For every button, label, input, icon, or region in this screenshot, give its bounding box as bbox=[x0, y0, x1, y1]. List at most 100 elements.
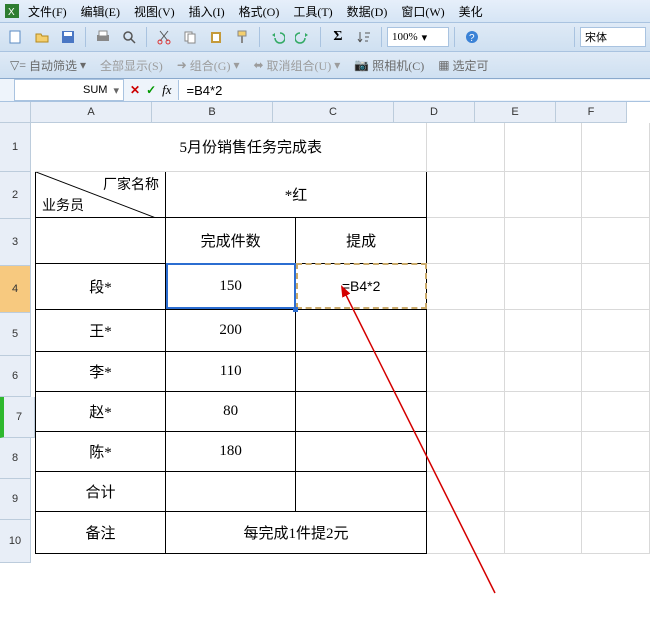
select-all-corner[interactable] bbox=[0, 102, 31, 123]
menu-format[interactable]: 格式(O) bbox=[233, 1, 286, 22]
cell-A10[interactable]: 备注 bbox=[36, 511, 166, 553]
cell-D4[interactable] bbox=[427, 263, 505, 309]
help-button[interactable]: ? bbox=[460, 25, 484, 49]
cell-A8[interactable]: 陈* bbox=[36, 431, 166, 471]
col-header-A[interactable]: A bbox=[31, 102, 152, 123]
cell-A7[interactable]: 赵* bbox=[36, 391, 166, 431]
cell-D7[interactable] bbox=[427, 391, 505, 431]
cell-C6[interactable] bbox=[296, 351, 427, 391]
cell-C9[interactable] bbox=[296, 471, 427, 511]
cell-D3[interactable] bbox=[427, 217, 505, 263]
cell-F4[interactable] bbox=[582, 263, 650, 309]
row-header-4[interactable]: 4 bbox=[0, 266, 31, 313]
cell-B3[interactable]: 完成件数 bbox=[166, 217, 296, 263]
row-header-8[interactable]: 8 bbox=[0, 438, 31, 479]
cell-E6[interactable] bbox=[504, 351, 582, 391]
cell-C4-editing[interactable]: =B4*2 bbox=[296, 263, 427, 309]
cell-E2[interactable] bbox=[504, 171, 582, 217]
row-header-3[interactable]: 3 bbox=[0, 219, 31, 266]
group-button[interactable]: ➜ 组合(G)▾ bbox=[173, 57, 244, 74]
cell-A9[interactable]: 合计 bbox=[36, 471, 166, 511]
cell-A3[interactable] bbox=[36, 217, 166, 263]
cell-F3[interactable] bbox=[582, 217, 650, 263]
cell-C5[interactable] bbox=[296, 309, 427, 351]
undo-button[interactable] bbox=[265, 25, 289, 49]
showall-button[interactable]: 全部显示(S) bbox=[96, 57, 167, 74]
col-header-D[interactable]: D bbox=[394, 102, 475, 123]
camera-button[interactable]: 📷 照相机(C) bbox=[350, 57, 428, 74]
row-header-7[interactable]: 7 bbox=[0, 397, 35, 438]
menu-file[interactable]: 文件(F) bbox=[22, 1, 73, 22]
font-combo[interactable]: 宋体 bbox=[580, 27, 646, 47]
cell-B7[interactable]: 80 bbox=[166, 391, 296, 431]
insert-function-button[interactable]: fx bbox=[162, 82, 171, 98]
row-header-2[interactable]: 2 bbox=[0, 172, 31, 219]
row-header-5[interactable]: 5 bbox=[0, 313, 31, 356]
cell-grid[interactable]: 5月份销售任务完成表 厂家名称 业务员 *红 bbox=[35, 123, 650, 554]
cell-B2[interactable]: *红 bbox=[166, 171, 427, 217]
cell-D8[interactable] bbox=[427, 431, 505, 471]
cell-D6[interactable] bbox=[427, 351, 505, 391]
open-button[interactable] bbox=[30, 25, 54, 49]
cell-C7[interactable] bbox=[296, 391, 427, 431]
cell-A5[interactable]: 王* bbox=[36, 309, 166, 351]
cell-E5[interactable] bbox=[504, 309, 582, 351]
cell-E9[interactable] bbox=[504, 471, 582, 511]
menu-tools[interactable]: 工具(T) bbox=[287, 1, 338, 22]
cell-F10[interactable] bbox=[582, 511, 650, 553]
menu-beautify[interactable]: 美化 bbox=[453, 1, 489, 22]
menu-view[interactable]: 视图(V) bbox=[128, 1, 181, 22]
cell-A6[interactable]: 李* bbox=[36, 351, 166, 391]
cell-E4[interactable] bbox=[504, 263, 582, 309]
redo-button[interactable] bbox=[291, 25, 315, 49]
preview-button[interactable] bbox=[117, 25, 141, 49]
cell-E10[interactable] bbox=[504, 511, 582, 553]
autosum-button[interactable]: Σ bbox=[326, 25, 350, 49]
cell-D10[interactable] bbox=[427, 511, 505, 553]
cell-B5[interactable]: 200 bbox=[166, 309, 296, 351]
cell-C3[interactable]: 提成 bbox=[296, 217, 427, 263]
cell-E1[interactable] bbox=[504, 123, 582, 171]
name-box[interactable]: SUM ▾ bbox=[14, 79, 124, 101]
col-header-E[interactable]: E bbox=[475, 102, 556, 123]
select-visible-button[interactable]: ▦ 选定可 bbox=[434, 57, 492, 74]
cell-B8[interactable]: 180 bbox=[166, 431, 296, 471]
cell-B4[interactable]: 150 bbox=[166, 263, 296, 309]
cell-E8[interactable] bbox=[504, 431, 582, 471]
cell-B9[interactable] bbox=[166, 471, 296, 511]
format-painter-button[interactable] bbox=[230, 25, 254, 49]
cell-F1[interactable] bbox=[582, 123, 650, 171]
cell-F5[interactable] bbox=[582, 309, 650, 351]
row-header-9[interactable]: 9 bbox=[0, 479, 31, 520]
cell-B10[interactable]: 每完成1件提2元 bbox=[166, 511, 427, 553]
cell-E7[interactable] bbox=[504, 391, 582, 431]
cell-F2[interactable] bbox=[582, 171, 650, 217]
cell-D5[interactable] bbox=[427, 309, 505, 351]
col-header-C[interactable]: C bbox=[273, 102, 394, 123]
accept-formula-button[interactable]: ✓ bbox=[146, 83, 156, 97]
cell-E3[interactable] bbox=[504, 217, 582, 263]
menu-insert[interactable]: 插入(I) bbox=[183, 1, 231, 22]
row-header-10[interactable]: 10 bbox=[0, 520, 31, 563]
paste-button[interactable] bbox=[204, 25, 228, 49]
menu-window[interactable]: 窗口(W) bbox=[395, 1, 450, 22]
zoom-combo[interactable]: 100% ▾ bbox=[387, 27, 449, 47]
cell-F9[interactable] bbox=[582, 471, 650, 511]
row-header-6[interactable]: 6 bbox=[0, 356, 31, 397]
cell-B6[interactable]: 110 bbox=[166, 351, 296, 391]
ungroup-button[interactable]: ⬌ 取消组合(U)▾ bbox=[249, 57, 344, 74]
cell-F8[interactable] bbox=[582, 431, 650, 471]
col-header-F[interactable]: F bbox=[556, 102, 627, 123]
copy-button[interactable] bbox=[178, 25, 202, 49]
autofilter-button[interactable]: ▽= 自动筛选 ▾ bbox=[6, 57, 90, 74]
save-button[interactable] bbox=[56, 25, 80, 49]
col-header-B[interactable]: B bbox=[152, 102, 273, 123]
cell-D9[interactable] bbox=[427, 471, 505, 511]
sort-button[interactable] bbox=[352, 25, 376, 49]
menu-edit[interactable]: 编辑(E) bbox=[75, 1, 126, 22]
cell-F7[interactable] bbox=[582, 391, 650, 431]
menu-data[interactable]: 数据(D) bbox=[341, 1, 394, 22]
formula-input[interactable]: =B4*2 bbox=[178, 80, 650, 100]
cell-D2[interactable] bbox=[427, 171, 505, 217]
row-header-1[interactable]: 1 bbox=[0, 123, 31, 172]
